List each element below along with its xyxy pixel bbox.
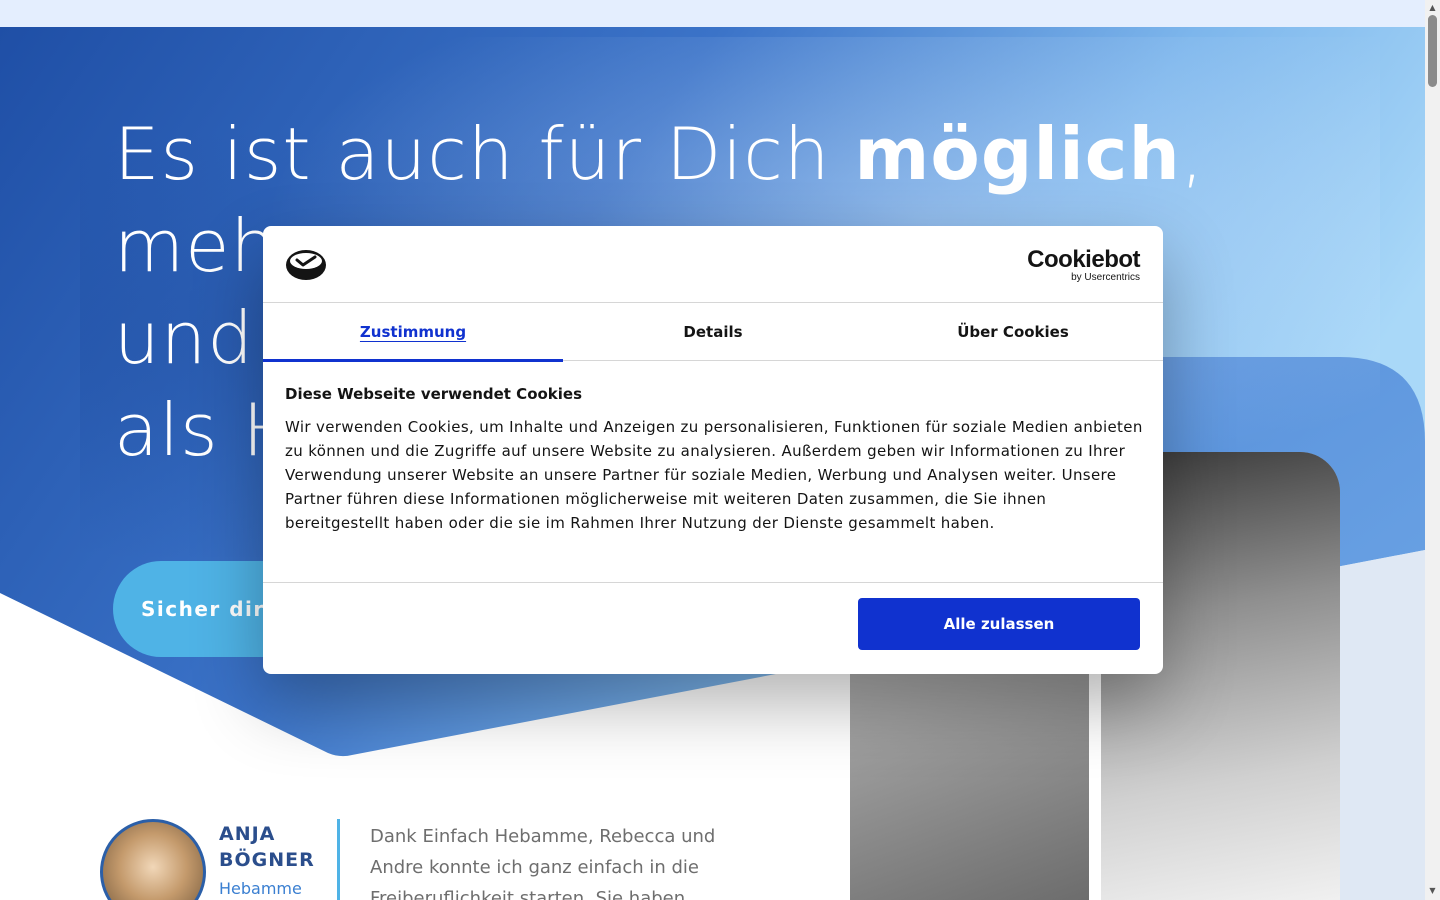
testimonial-quote: Dank Einfach Hebamme, Rebecca und Andre … [370, 826, 716, 900]
testimonial-divider [337, 819, 340, 900]
headline-text: Es ist auch für Dich [114, 112, 855, 196]
tab-details[interactable]: Details [563, 303, 863, 361]
dialog-tabs: Zustimmung Details Über Cookies [263, 303, 1163, 362]
scrollbar-thumb[interactable] [1428, 15, 1437, 87]
headline-emphasis: möglich [854, 112, 1181, 196]
cookie-check-icon [286, 250, 326, 280]
headline-comma: , [1180, 112, 1205, 196]
testimonial-role: Hebamme [219, 879, 302, 898]
chevron-up-icon[interactable]: ▲ [1428, 3, 1437, 12]
cookie-consent-dialog: Cookiebot by Usercentrics Zustimmung Det… [263, 226, 1163, 674]
headline-line-1: Es ist auch für Dich möglich, [114, 108, 1314, 200]
testimonial-name: ANJA BÖGNER [219, 823, 315, 871]
dialog-title: Diese Webseite verwendet Cookies [285, 385, 583, 403]
dialog-footer: Alle zulassen [263, 582, 1163, 674]
dialog-header: Cookiebot by Usercentrics [263, 226, 1163, 303]
cta-label: Sicher dir [141, 597, 265, 621]
cookiebot-sub: by Usercentrics [1071, 272, 1140, 283]
chevron-down-icon[interactable]: ▼ [1428, 886, 1437, 895]
tab-zustimmung[interactable]: Zustimmung [263, 303, 563, 362]
tab-ueber-cookies[interactable]: Über Cookies [863, 303, 1163, 361]
dialog-description: Wir verwenden Cookies, um Inhalte und An… [285, 418, 1143, 532]
page-scrollbar[interactable]: ▲ ▼ [1425, 0, 1440, 900]
top-bar [0, 0, 1425, 27]
cookiebot-wordmark: Cookiebot [1027, 246, 1140, 273]
cookiebot-logo[interactable]: Cookiebot by Usercentrics [1027, 248, 1140, 284]
allow-all-button[interactable]: Alle zulassen [858, 598, 1140, 650]
dialog-body: Diese Webseite verwendet Cookies Wir ver… [285, 384, 1145, 535]
